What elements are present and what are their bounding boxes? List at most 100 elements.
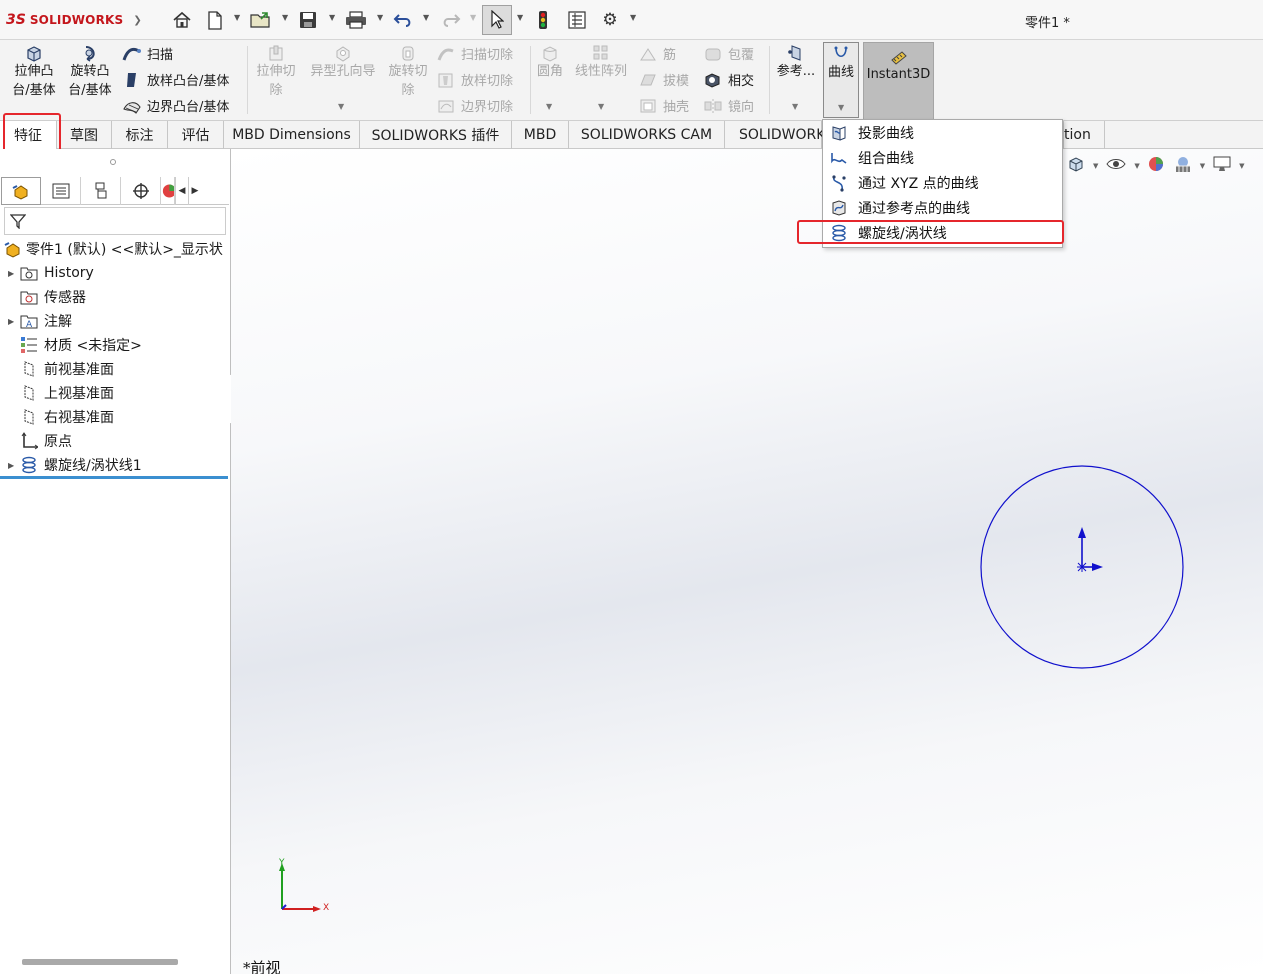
save-dropdown-icon[interactable]: ▼ bbox=[329, 13, 335, 22]
graphics-viewport[interactable]: Y X *前视 bbox=[231, 149, 1263, 974]
tab-evaluate[interactable]: 评估 bbox=[168, 121, 224, 149]
filter-funnel-icon[interactable] bbox=[10, 213, 26, 229]
open-folder-icon[interactable] bbox=[249, 8, 273, 32]
boundary-boss-button[interactable]: 边界凸台/基体 bbox=[122, 96, 229, 115]
tree-item-sensors[interactable]: 传感器 bbox=[0, 286, 86, 308]
intersect-button[interactable]: 相交 bbox=[703, 70, 754, 89]
select-dropdown-icon[interactable]: ▼ bbox=[517, 13, 523, 22]
expand-arrow-icon[interactable]: ▶ bbox=[8, 461, 20, 470]
tab-mbd[interactable]: MBD bbox=[512, 121, 569, 149]
tab-inspection[interactable]: tion bbox=[1063, 121, 1105, 149]
panel-grip-handle[interactable] bbox=[110, 159, 116, 165]
configuration-manager-icon[interactable] bbox=[81, 177, 121, 205]
select-cursor-icon[interactable] bbox=[482, 5, 512, 35]
undo-icon[interactable] bbox=[392, 8, 414, 32]
swept-cut-button[interactable]: 扫描切除 bbox=[436, 44, 513, 63]
property-manager-icon[interactable] bbox=[41, 177, 81, 205]
wrap-button[interactable]: 包覆 bbox=[703, 44, 754, 63]
tree-item-history[interactable]: ▶ History bbox=[0, 262, 94, 284]
solidworks-logo[interactable]: 3S SOLIDWORKS ❯ bbox=[6, 8, 142, 32]
boundary-cut-button[interactable]: 边界切除 bbox=[436, 96, 513, 115]
rib-button[interactable]: 筋 bbox=[638, 44, 676, 63]
expand-arrow-icon[interactable]: ▶ bbox=[8, 317, 20, 326]
redo-dropdown-icon[interactable]: ▼ bbox=[470, 13, 476, 22]
extrude-boss-button[interactable]: 拉伸凸 台/基体 bbox=[8, 44, 60, 100]
file-properties-icon[interactable] bbox=[566, 8, 588, 32]
tab-markup[interactable]: 标注 bbox=[112, 121, 168, 149]
view-orientation-cube-icon[interactable] bbox=[1067, 155, 1085, 177]
extrude-cut-button[interactable]: 拉伸切 除 bbox=[252, 44, 300, 100]
tab-solidworks-cam[interactable]: SOLIDWORKS CAM bbox=[569, 121, 725, 149]
new-document-icon[interactable] bbox=[205, 8, 225, 32]
feature-manager-tree-icon[interactable] bbox=[1, 177, 41, 205]
tree-item-right-plane[interactable]: 右视基准面 bbox=[0, 406, 114, 428]
expand-arrow-icon[interactable]: ▶ bbox=[8, 269, 20, 278]
print-dropdown-icon[interactable]: ▼ bbox=[377, 13, 383, 22]
view-settings-dropdown-icon[interactable]: ▼ bbox=[1239, 162, 1244, 170]
curves-dropdown-icon[interactable]: ▼ bbox=[838, 103, 844, 112]
tree-item-helix[interactable]: ▶ 螺旋线/涡状线1 bbox=[0, 454, 142, 476]
panel-tab-scroll-right-icon[interactable]: ▶ bbox=[188, 177, 201, 205]
fillet-dropdown-icon[interactable]: ▼ bbox=[546, 102, 552, 111]
reference-dropdown-icon[interactable]: ▼ bbox=[792, 102, 798, 111]
tab-features[interactable]: 特征 bbox=[0, 121, 57, 149]
new-dropdown-icon[interactable]: ▼ bbox=[234, 13, 240, 22]
hide-show-items-eye-icon[interactable] bbox=[1106, 157, 1126, 175]
revolve-cut-button[interactable]: 旋转切 除 bbox=[384, 44, 432, 100]
redo-icon[interactable] bbox=[440, 8, 462, 32]
menu-item-projected-curve[interactable]: 投影曲线 bbox=[829, 121, 1059, 145]
hole-wizard-button[interactable]: 异型孔向导 bbox=[305, 44, 381, 81]
tree-item-label: 原点 bbox=[44, 434, 72, 450]
tree-horizontal-scrollbar[interactable] bbox=[22, 959, 178, 965]
tree-item-material[interactable]: 材质 <未指定> bbox=[0, 334, 142, 356]
draft-button[interactable]: 拔模 bbox=[638, 70, 689, 89]
edit-appearance-icon[interactable] bbox=[1148, 155, 1166, 177]
hide-show-dropdown-icon[interactable]: ▼ bbox=[1134, 162, 1139, 170]
boundary-boss-label: 边界凸台/基体 bbox=[147, 100, 230, 115]
curves-button[interactable]: 曲线 ▼ bbox=[823, 42, 859, 118]
view-settings-monitor-icon[interactable] bbox=[1213, 156, 1231, 176]
tab-solidworks-more[interactable]: SOLIDWORK bbox=[725, 121, 825, 149]
tab-sketch[interactable]: 草图 bbox=[57, 121, 112, 149]
menu-item-curve-through-xyz-points[interactable]: 通过 XYZ 点的曲线 bbox=[829, 171, 1059, 195]
hole-wizard-dropdown-icon[interactable]: ▼ bbox=[338, 102, 344, 111]
lofted-cut-button[interactable]: 放样切除 bbox=[436, 70, 513, 89]
options-gear-icon[interactable]: ⚙ bbox=[599, 8, 621, 32]
mirror-button[interactable]: 镜向 bbox=[703, 96, 754, 115]
revolve-boss-button[interactable]: 旋转凸 台/基体 bbox=[64, 44, 116, 100]
instant3d-button[interactable]: Instant3D bbox=[863, 42, 934, 120]
undo-dropdown-icon[interactable]: ▼ bbox=[423, 13, 429, 22]
menu-item-helix-spiral[interactable]: 螺旋线/涡状线 bbox=[829, 221, 1059, 245]
display-manager-icon[interactable] bbox=[161, 177, 175, 205]
dimxpert-manager-icon[interactable] bbox=[121, 177, 161, 205]
linear-pattern-dropdown-icon[interactable]: ▼ bbox=[598, 102, 604, 111]
save-icon[interactable] bbox=[297, 8, 319, 32]
tab-solidworks-addins[interactable]: SOLIDWORKS 插件 bbox=[360, 121, 512, 149]
rollback-bar[interactable] bbox=[0, 476, 228, 479]
tree-item-front-plane[interactable]: 前视基准面 bbox=[0, 358, 114, 380]
chevron-right-icon[interactable]: ❯ bbox=[133, 15, 141, 26]
options-dropdown-icon[interactable]: ▼ bbox=[630, 13, 636, 22]
tree-item-origin[interactable]: 原点 bbox=[0, 430, 72, 452]
menu-item-curve-through-reference-points[interactable]: 通过参考点的曲线 bbox=[829, 196, 1059, 220]
menu-item-composite-curve[interactable]: 组合曲线 bbox=[829, 146, 1059, 170]
shell-button[interactable]: 抽壳 bbox=[638, 96, 689, 115]
fillet-button[interactable]: 圆角 bbox=[534, 44, 566, 81]
linear-pattern-button[interactable]: 线性阵列 bbox=[571, 44, 631, 81]
apply-scene-icon[interactable] bbox=[1174, 155, 1192, 177]
view-orientation-dropdown-icon[interactable]: ▼ bbox=[1093, 162, 1098, 170]
tab-mbd-dimensions[interactable]: MBD Dimensions bbox=[224, 121, 360, 149]
tree-item-top-plane[interactable]: 上视基准面 bbox=[0, 382, 114, 404]
open-dropdown-icon[interactable]: ▼ bbox=[282, 13, 288, 22]
loft-boss-button[interactable]: 放样凸台/基体 bbox=[122, 70, 229, 89]
home-icon[interactable] bbox=[170, 8, 194, 32]
print-icon[interactable] bbox=[344, 8, 368, 32]
scene-dropdown-icon[interactable]: ▼ bbox=[1200, 162, 1205, 170]
panel-tab-scroll-left-icon[interactable]: ◀ bbox=[175, 177, 188, 205]
rebuild-traffic-light-icon[interactable] bbox=[534, 8, 552, 32]
tree-root-part[interactable]: 零件1 (默认) <<默认>_显示状 bbox=[0, 238, 223, 260]
reference-geometry-button[interactable]: 参考... bbox=[774, 44, 818, 81]
tree-item-annotations[interactable]: ▶ A 注解 bbox=[0, 310, 72, 332]
sweep-button[interactable]: 扫描 bbox=[122, 44, 173, 63]
tree-filter-box[interactable] bbox=[4, 207, 226, 235]
